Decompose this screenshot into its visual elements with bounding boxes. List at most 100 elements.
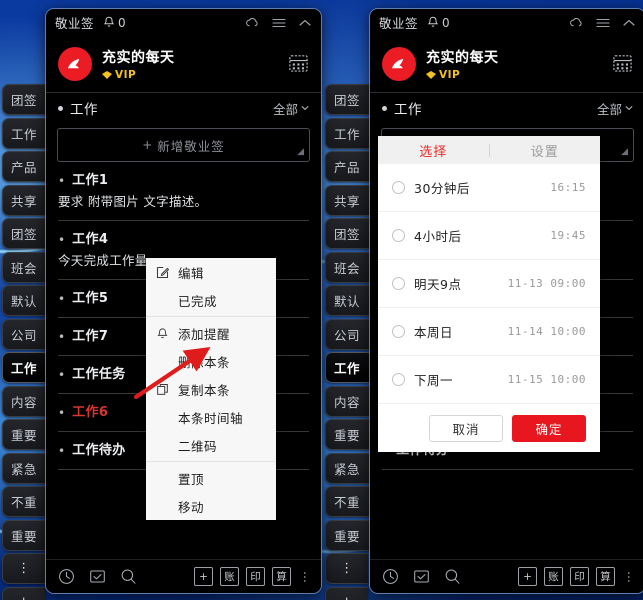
profile-bar[interactable]: 充实的每天 VIP [46,36,321,92]
profile-bar-right[interactable]: 充实的每天 VIP [370,36,643,92]
category-tab-label: 工作 [11,126,38,142]
app-title-right: 敬业签 [379,16,419,31]
note-title: 工作1 [72,173,109,188]
category-tab-label: 团签 [334,93,361,108]
reminder-option-label: 30分钟后 [414,181,470,196]
menu-item-label: 删除本条 [178,354,231,370]
category-tab-label: 团签 [11,93,38,108]
bell-icon [156,327,178,340]
filter-dropdown[interactable]: 全部 [273,99,309,118]
collapse-chevron-icon[interactable] [622,17,636,29]
calendar-icon[interactable] [612,52,633,77]
note-title: 工作待办 [72,443,126,458]
menu-separator [146,316,276,317]
reminder-option[interactable]: 下周一 11-15 10:00 [378,356,600,404]
dialog-tab-设置[interactable]: 设置 [490,141,601,160]
category-tab-15[interactable]: + [325,586,368,600]
calendar-icon[interactable] [288,52,309,77]
avatar[interactable] [58,47,92,81]
category-tab-label: 公司 [334,327,361,343]
add-note-placeholder: 新增敬业签 [157,138,225,154]
context-menu[interactable]: 编辑 已完成添加提醒删除本条复制本条本条时间轴二维码置顶移动 [146,258,276,520]
radio-button[interactable] [392,277,405,290]
checkbox-icon[interactable] [413,568,430,585]
notification-bell-right[interactable]: 0 [427,16,450,30]
reminder-dialog[interactable]: 选择 设置 30分钟后 16:15 4小时后 19:45 明天9点 11-13 09:00 本… [378,136,600,452]
stamp-button[interactable]: 印 [570,567,589,586]
add-button[interactable]: + [194,567,213,586]
menu-item-编辑[interactable]: 编辑 [146,258,276,286]
cloud-sync-icon[interactable] [245,16,260,29]
calculator-button[interactable]: 算 [272,567,291,586]
toolbar-right-group: + 账印算 ⋯ [194,567,312,586]
toolbar-right-group-right: + 账印算 ⋯ [518,567,636,586]
app-title: 敬业签 [55,16,95,31]
checkbox-icon[interactable] [89,568,106,585]
menu-item-删除本条[interactable]: 删除本条 [146,347,276,375]
titlebar: 敬业签 0 [46,9,321,36]
note-title: 工作6 [72,405,109,420]
add-note-input[interactable]: + 新增敬业签 ◢ [57,128,310,162]
category-tab-label: 不重 [11,495,38,510]
note-title: 工作任务 [72,367,126,382]
bottom-toolbar-right: + 账印算 ⋯ [370,559,643,593]
bell-icon [427,16,439,27]
menu-item-添加提醒[interactable]: 添加提醒 [146,319,276,347]
radio-button[interactable] [392,373,405,386]
reminder-option-label: 下周一 [414,373,454,388]
reminder-option[interactable]: 本周日 11-14 10:00 [378,308,600,356]
category-tab-14[interactable]: ⋮ [2,553,45,584]
menu-item-二维码[interactable]: 二维码 [146,431,276,459]
note-bullet-icon: • [58,292,66,306]
collapse-chevron-icon[interactable] [298,17,312,29]
radio-button[interactable] [392,325,405,338]
search-icon[interactable] [120,568,137,585]
add-button[interactable]: + [518,567,537,586]
kebab-more-icon[interactable]: ⋯ [622,571,636,583]
ledger-button[interactable]: 账 [544,567,563,586]
cancel-button[interactable]: 取消 [429,414,503,442]
category-tab-label: 团签 [334,227,361,242]
stamp-button[interactable]: 印 [246,567,265,586]
note-bullet-icon: • [58,174,66,188]
category-tab-14[interactable]: ⋮ [325,553,368,584]
menu-item-label: 本条时间轴 [178,410,244,426]
menu-item-复制本条[interactable]: 复制本条 [146,375,276,403]
category-tab-label: 紧急 [334,461,361,477]
radio-button[interactable] [392,229,405,242]
avatar-right[interactable] [382,47,416,81]
edit-pencil-icon [156,266,178,279]
category-tab-15[interactable]: + [2,586,45,600]
hamburger-menu-icon[interactable] [596,17,610,29]
note-item[interactable]: • 工作1 要求 附带图片 文字描述。 [58,162,309,221]
resize-handle-icon[interactable]: ◢ [621,147,628,157]
clock-icon[interactable] [58,568,75,585]
category-tab-label: 重要 [11,428,38,443]
reminder-option[interactable]: 30分钟后 16:15 [378,164,600,212]
toolbar-left-group [58,568,137,585]
notification-bell[interactable]: 0 [103,16,126,30]
menu-item-本条时间轴[interactable]: 本条时间轴 [146,403,276,431]
calculator-button[interactable]: 算 [596,567,615,586]
search-icon[interactable] [444,568,461,585]
menu-item-置顶[interactable]: 置顶 [146,464,276,492]
filter-dropdown-right[interactable]: 全部 [597,99,633,118]
menu-item-移动[interactable]: 移动 [146,492,276,520]
plus-icon: + [142,138,153,152]
menu-item-已完成[interactable]: 已完成 [146,286,276,314]
category-tab-label: 工作 [334,361,361,376]
resize-handle-icon[interactable]: ◢ [297,147,304,157]
hamburger-menu-icon[interactable] [272,17,286,29]
radio-button[interactable] [392,181,405,194]
kebab-more-icon[interactable]: ⋯ [298,571,312,583]
dialog-tab-选择[interactable]: 选择 [378,141,489,160]
reminder-option[interactable]: 明天9点 11-13 09:00 [378,260,600,308]
clock-icon[interactable] [382,568,399,585]
reminder-option[interactable]: 4小时后 19:45 [378,212,600,260]
note-subtitle: 要求 附带图片 文字描述。 [58,194,208,209]
menu-item-label: 置顶 [178,471,205,487]
category-tab-label: 工作 [11,361,38,376]
ledger-button[interactable]: 账 [220,567,239,586]
confirm-button[interactable]: 确定 [512,414,586,442]
cloud-sync-icon[interactable] [569,16,584,29]
